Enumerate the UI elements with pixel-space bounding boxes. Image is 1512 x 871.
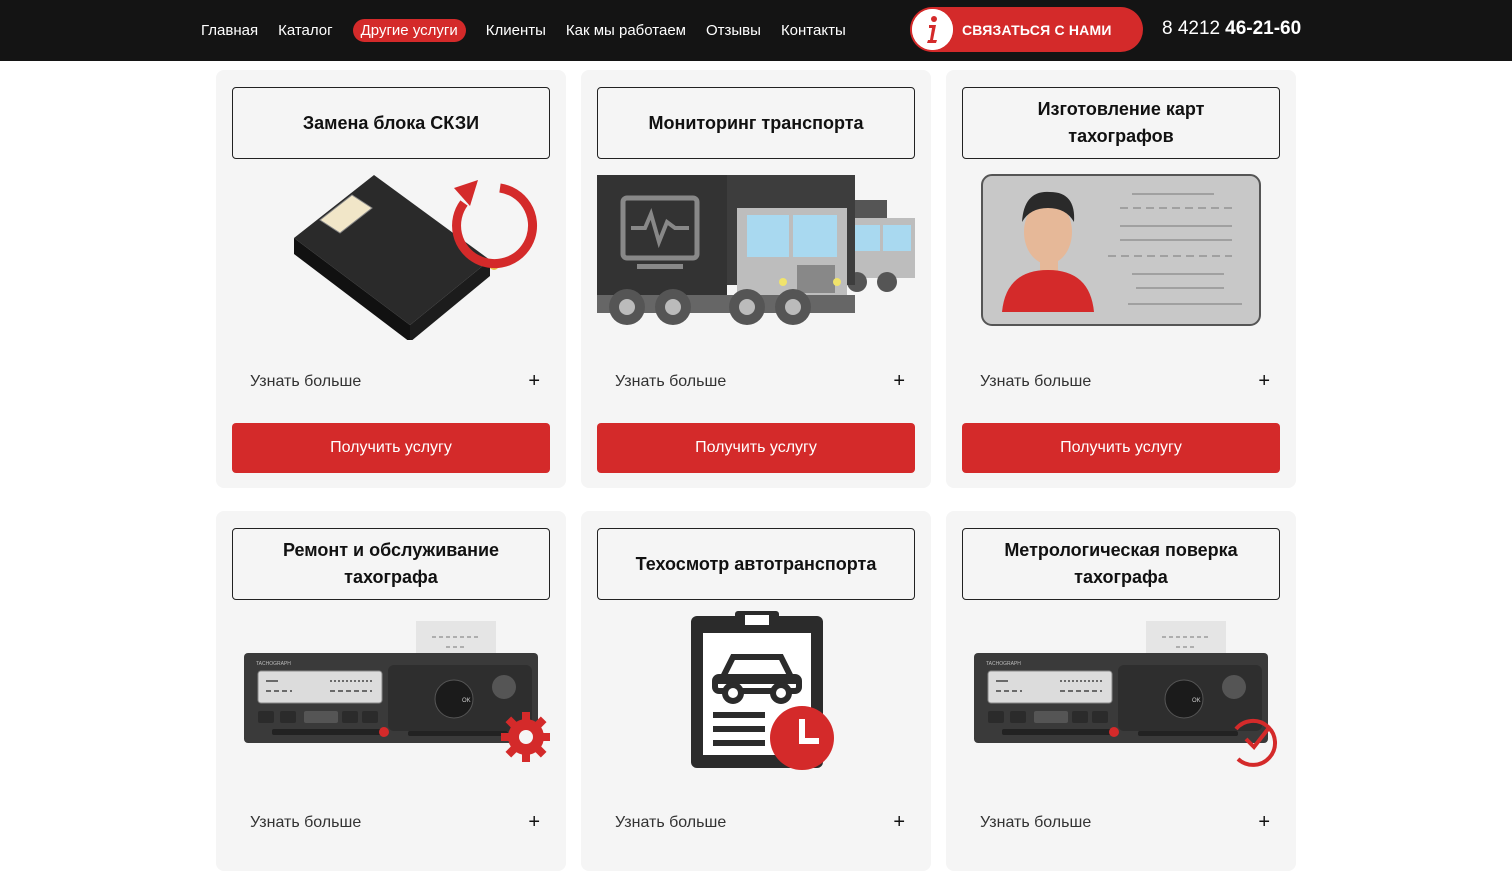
get-service-button[interactable]: Получить услугу xyxy=(962,423,1280,473)
tachograph-gear-icon: TACHOGRAPH OK xyxy=(232,611,551,781)
phone-code: 8 4212 xyxy=(1162,18,1221,39)
plus-icon: + xyxy=(893,811,905,833)
learn-more-label: Узнать больше xyxy=(250,372,362,390)
card-title: Замена блока СКЗИ xyxy=(232,87,550,159)
learn-more-toggle[interactable]: Узнать больше + xyxy=(615,811,905,834)
card-title: Метрологическая поверка тахографа xyxy=(962,528,1280,600)
nav-item-home[interactable]: Главная xyxy=(201,22,258,39)
service-card-inspection: Техосмотр автотранспорта Узнать больше + xyxy=(581,511,931,871)
learn-more-label: Узнать больше xyxy=(980,372,1092,390)
plus-icon: + xyxy=(1258,811,1270,833)
header: Главная Каталог Другие услуги Клиенты Ка… xyxy=(0,0,1512,61)
service-card-skzi: Замена блока СКЗИ Узнать больше + Получит… xyxy=(216,70,566,488)
card-title: Техосмотр автотранспорта xyxy=(597,528,915,600)
plus-icon: + xyxy=(893,370,905,392)
svg-text:OK: OK xyxy=(462,698,471,704)
nav-item-clients[interactable]: Клиенты xyxy=(486,22,546,39)
svg-text:TACHOGRAPH: TACHOGRAPH xyxy=(256,661,291,667)
service-card-verification: Метрологическая поверка тахографа TACHOG… xyxy=(946,511,1296,871)
nav-item-how-we-work[interactable]: Как мы работаем xyxy=(566,22,686,39)
get-service-button[interactable]: Получить услугу xyxy=(232,423,550,473)
plus-icon: + xyxy=(1258,370,1270,392)
learn-more-toggle[interactable]: Узнать больше + xyxy=(980,370,1270,393)
learn-more-toggle[interactable]: Узнать больше + xyxy=(980,811,1270,834)
main-nav: Главная Каталог Другие услуги Клиенты Ка… xyxy=(201,0,866,61)
contact-us-label: СВЯЗАТЬСЯ С НАМИ xyxy=(962,21,1112,38)
learn-more-label: Узнать больше xyxy=(980,813,1092,831)
nav-item-reviews[interactable]: Отзывы xyxy=(706,22,761,39)
phone-number[interactable]: 8 4212 46-21-60 xyxy=(1162,18,1301,40)
svg-text:OK: OK xyxy=(1192,698,1201,704)
card-title: Ремонт и обслуживание тахографа xyxy=(232,528,550,600)
learn-more-toggle[interactable]: Узнать больше + xyxy=(250,370,540,393)
tachograph-check-icon: TACHOGRAPH OK xyxy=(962,611,1280,781)
learn-more-label: Узнать больше xyxy=(250,813,362,831)
service-card-repair: Ремонт и обслуживание тахографа TACHOGRA… xyxy=(216,511,566,871)
driver-card-icon xyxy=(962,170,1280,340)
nav-item-other-services[interactable]: Другие услуги xyxy=(352,19,466,42)
card-title: Мониторинг транспорта xyxy=(597,87,915,159)
svg-text:TACHOGRAPH: TACHOGRAPH xyxy=(986,661,1021,667)
plus-icon: + xyxy=(528,370,540,392)
nav-item-contacts[interactable]: Контакты xyxy=(781,22,846,39)
learn-more-toggle[interactable]: Узнать больше + xyxy=(250,811,540,834)
phone-main: 46-21-60 xyxy=(1225,18,1302,39)
transport-monitoring-trucks-icon xyxy=(597,170,917,340)
service-card-tacho-cards: Изготовление карт тахографов Узнать боль… xyxy=(946,70,1296,488)
learn-more-toggle[interactable]: Узнать больше + xyxy=(615,370,905,393)
contact-us-button[interactable]: СВЯЗАТЬСЯ С НАМИ xyxy=(910,7,1143,52)
inspection-clipboard-icon xyxy=(597,611,915,781)
learn-more-label: Узнать больше xyxy=(615,372,727,390)
skzi-block-replace-icon xyxy=(232,170,550,342)
learn-more-label: Узнать больше xyxy=(615,813,727,831)
card-title: Изготовление карт тахографов xyxy=(962,87,1280,159)
nav-item-catalog[interactable]: Каталог xyxy=(278,22,333,39)
plus-icon: + xyxy=(528,811,540,833)
get-service-button[interactable]: Получить услугу xyxy=(597,423,915,473)
info-icon xyxy=(912,9,953,50)
service-card-monitoring: Мониторинг транспорта Узнать больше + Пол xyxy=(581,70,931,488)
